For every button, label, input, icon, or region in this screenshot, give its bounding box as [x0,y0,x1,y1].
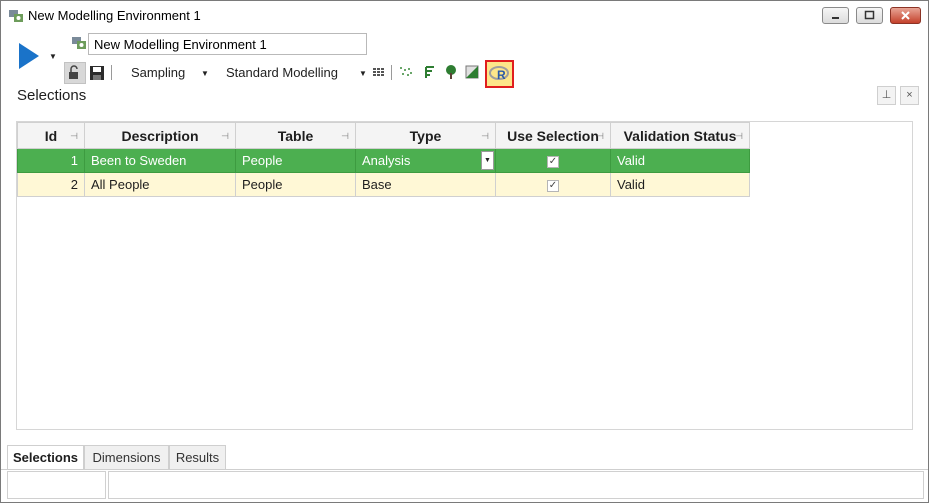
close-icon [901,11,910,20]
table-row[interactable]: 1 Been to Sweden People Analysis ▼ ✓ Val… [17,148,750,173]
table-row[interactable]: 2 All People People Base ✓ Valid [17,172,750,197]
play-icon[interactable] [18,42,40,70]
use-selection-checkbox[interactable]: ✓ [547,179,559,192]
column-pin-icon[interactable]: ⊣ [481,131,489,142]
type-dropdown-icon[interactable]: ▼ [481,151,494,170]
modelling-environment-icon [9,10,23,22]
app-window: New Modelling Environment 1 ▼ Sampling ▼… [0,0,929,503]
r-script-icon: R [489,66,509,82]
cell-table[interactable]: People [235,172,356,197]
close-icon: × [906,89,913,101]
tab-divider [1,469,928,470]
cell-use-selection[interactable]: ✓ [495,172,611,197]
minimize-icon [832,17,839,19]
selections-grid: Id ⊣ Description ⊣ Table ⊣ Type ⊣ Use Select… [17,122,750,197]
scatter-icon[interactable] [399,65,413,79]
r-script-button[interactable]: R [485,60,514,88]
title-bar: New Modelling Environment 1 [1,1,928,31]
grid-header-row: Id ⊣ Description ⊣ Table ⊣ Type ⊣ Use Select… [17,122,750,149]
close-window-button[interactable] [890,7,921,24]
column-pin-icon[interactable]: ⊣ [221,131,229,142]
cell-validation-status[interactable]: Valid [610,172,750,197]
column-header-id[interactable]: Id ⊣ [17,122,85,149]
sampling-dropdown[interactable]: Sampling [131,65,185,80]
environment-icon [72,37,86,49]
type-value: Analysis [362,153,411,168]
run-dropdown-icon[interactable]: ▼ [49,52,57,61]
cell-type[interactable]: Base [355,172,496,197]
pane-title: Selections [17,87,87,104]
status-cell [7,471,106,499]
lock-button[interactable] [64,62,86,84]
status-cell [108,471,924,499]
environment-name-input[interactable] [88,33,367,55]
tree-icon[interactable] [444,65,458,79]
pin-pane-button[interactable]: ⊥ [877,86,896,105]
grid-icon[interactable] [372,65,386,79]
window-title: New Modelling Environment 1 [28,8,201,23]
gradient-icon[interactable] [465,65,479,79]
close-pane-button[interactable]: × [900,86,919,105]
maximize-button[interactable] [856,7,883,24]
toolbar-separator [391,65,392,80]
cell-use-selection[interactable]: ✓ [495,148,611,173]
cell-table[interactable]: People [235,148,356,173]
column-pin-icon[interactable]: ⊣ [596,131,604,142]
modelling-dropdown-arrow-icon[interactable]: ▼ [359,69,367,78]
column-header-table[interactable]: Table ⊣ [235,122,356,149]
column-header-use-selection[interactable]: Use Selection ⊣ [495,122,611,149]
use-selection-checkbox[interactable]: ✓ [547,155,559,168]
formula-icon[interactable] [422,65,436,79]
tab-selections[interactable]: Selections [7,445,84,470]
maximize-icon [864,10,875,20]
column-pin-icon[interactable]: ⊣ [70,131,78,142]
column-header-description[interactable]: Description ⊣ [84,122,236,149]
column-pin-icon[interactable]: ⊣ [735,131,743,142]
cell-validation-status[interactable]: Valid [610,148,750,173]
cell-id[interactable]: 1 [17,148,85,173]
cell-description[interactable]: Been to Sweden [84,148,236,173]
column-header-validation-status[interactable]: Validation Status ⊣ [610,122,750,149]
save-icon[interactable] [89,65,105,81]
cell-type[interactable]: Analysis ▼ [355,148,496,173]
cell-id[interactable]: 2 [17,172,85,197]
column-pin-icon[interactable]: ⊣ [341,131,349,142]
sampling-dropdown-arrow-icon[interactable]: ▼ [201,69,209,78]
lock-icon [69,65,78,79]
tab-results[interactable]: Results [169,445,226,470]
tab-dimensions[interactable]: Dimensions [84,445,169,470]
svg-text:R: R [497,68,506,82]
cell-description[interactable]: All People [84,172,236,197]
pin-icon: ⊥ [881,89,892,101]
modelling-type-dropdown[interactable]: Standard Modelling [226,65,338,80]
toolbar-separator [111,65,112,80]
column-header-type[interactable]: Type ⊣ [355,122,496,149]
minimize-button[interactable] [822,7,849,24]
